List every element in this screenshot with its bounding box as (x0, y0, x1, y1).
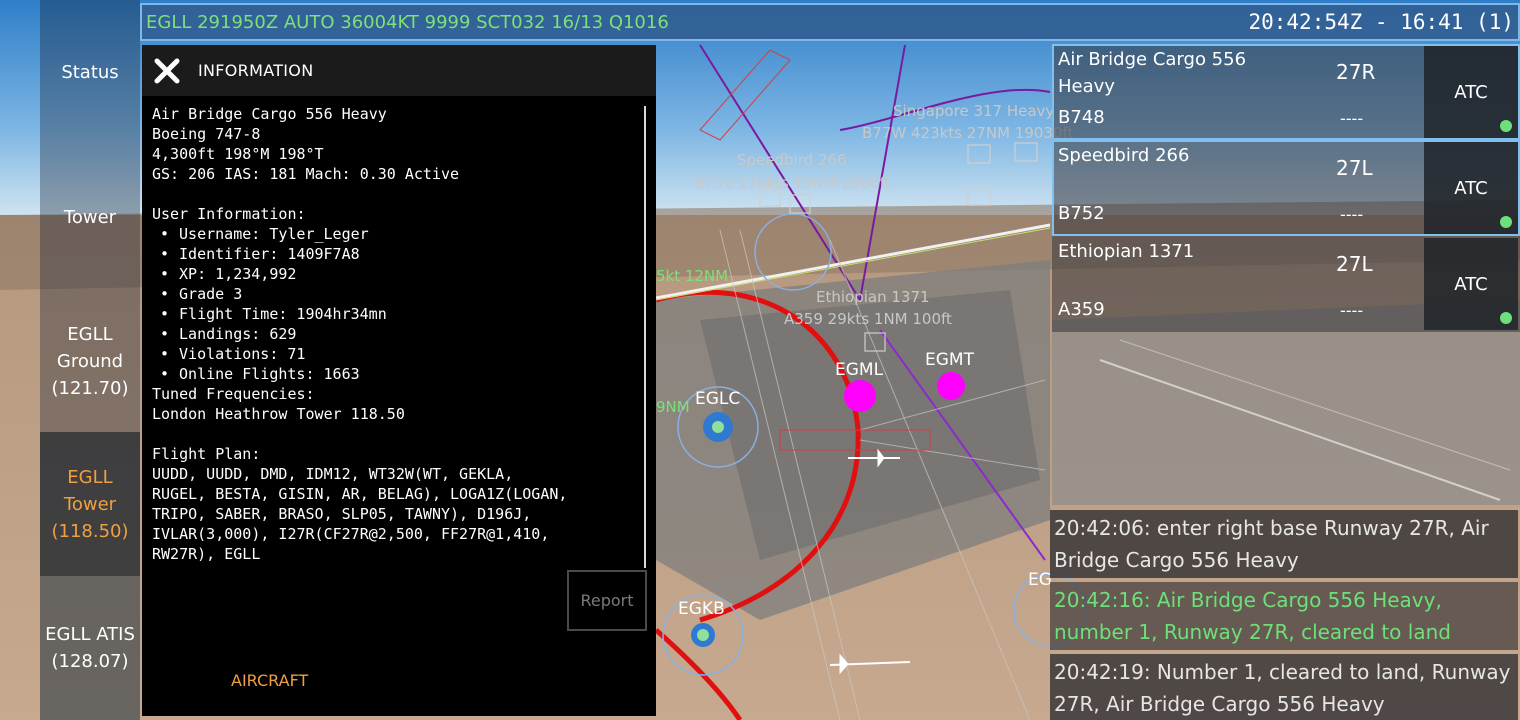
airport-label-egml: EGML (835, 360, 884, 380)
strip-status: ---- (1340, 205, 1364, 224)
traffic-label-speedbird[interactable]: Speedbird 266 (737, 151, 847, 169)
log-message: 20:42:06: enter right base Runway 27R, A… (1050, 510, 1518, 578)
information-body: Air Bridge Cargo 556 Heavy Boeing 747-8 … (152, 104, 642, 564)
info-line: GS: 206 IAS: 181 Mach: 0.30 Active (152, 165, 460, 183)
nav-egll-atis[interactable]: EGLL ATIS (128.07) (40, 576, 140, 720)
atc-button[interactable]: ATC (1424, 46, 1518, 138)
metar-text: EGLL 291950Z AUTO 36004KT 9999 SCT032 16… (146, 11, 669, 33)
list-item: Violations: 71 (152, 344, 642, 364)
traffic-label-ethiopian[interactable]: Ethiopian 1371 (816, 288, 930, 306)
active-indicator (1500, 216, 1512, 228)
list-item: Landings: 629 (152, 324, 642, 344)
info-line: Flight Plan: (152, 445, 261, 463)
nav-atis-freq: (128.07) (51, 651, 129, 672)
traffic-data-singapore: B77W 423kts 27NM 19030ft (862, 124, 1074, 142)
information-title: INFORMATION (198, 61, 314, 80)
strip-status: ---- (1340, 301, 1364, 320)
info-line: User Information: (152, 205, 306, 223)
range-distance-label: 9NM (656, 398, 690, 416)
atc-button[interactable]: ATC (1424, 238, 1518, 330)
info-line: 4,300ft 198°M 198°T (152, 145, 324, 163)
atc-label: ATC (1454, 273, 1488, 295)
airport-label-eglc: EGLC (695, 389, 741, 409)
clock-readout: 20:42:54Z - 16:41 (1) (1248, 10, 1514, 34)
list-item: XP: 1,234,992 (152, 264, 642, 284)
info-line: Air Bridge Cargo 556 Heavy (152, 105, 387, 123)
flight-strip[interactable]: Speedbird 266 27L B752 ---- ATC (1052, 140, 1520, 236)
airport-marker-eglc[interactable] (706, 415, 730, 439)
info-line: Boeing 747-8 (152, 125, 261, 143)
flight-plan-line: UUDD, UUDD, DMD, IDM12, WT32W(WT, GEKLA, (152, 465, 514, 483)
atc-button[interactable]: ATC (1424, 142, 1518, 234)
nav-ground-freq: (121.70) (51, 377, 129, 399)
strip-aircraft-type: B752 (1058, 203, 1105, 224)
traffic-data-speedbird: B752 178kts 10NM 2980ft (694, 174, 891, 192)
airport-label-egmt: EGMT (925, 350, 974, 370)
nav-tower-line1: EGLL (67, 466, 113, 488)
information-header: INFORMATION (142, 45, 656, 96)
info-line (152, 184, 642, 204)
airport-label-eg-partial: EG (1028, 570, 1052, 590)
atc-label: ATC (1454, 81, 1488, 103)
info-line: Tuned Frequencies: (152, 385, 315, 403)
flight-plan-line: IVLAR(3,000), I27R(CF27R@2,500, FF27R@1,… (152, 525, 550, 543)
approach-distance-label: 5kt 12NM (656, 267, 729, 285)
close-icon[interactable] (154, 58, 180, 84)
info-line: London Heathrow Tower 118.50 (152, 405, 405, 423)
nav-tower-line2: Tower (63, 493, 117, 515)
active-indicator (1500, 312, 1512, 324)
nav-atis-line1: EGLL ATIS (45, 624, 135, 645)
traffic-label-singapore[interactable]: Singapore 317 Heavy (893, 102, 1054, 120)
log-message: 20:42:19: Number 1, cleared to land, Run… (1050, 654, 1518, 720)
airport-marker-egkb[interactable] (691, 623, 715, 647)
nav-tower-label: Tower (63, 207, 117, 228)
report-button[interactable]: Report (567, 570, 647, 631)
atc-label: ATC (1454, 177, 1488, 199)
information-scrollbar[interactable] (644, 106, 646, 568)
log-message: 20:42:16: Air Bridge Cargo 556 Heavy, nu… (1050, 582, 1518, 650)
strip-callsign: Ethiopian 1371 (1058, 241, 1195, 262)
strip-runway: 27L (1336, 252, 1373, 276)
traffic-data-ethiopian: A359 29kts 1NM 100ft (784, 310, 952, 328)
strip-runway: 27R (1336, 60, 1376, 84)
nav-egll-ground[interactable]: EGLL Ground (121.70) (40, 290, 140, 432)
list-item: Grade 3 (152, 284, 642, 304)
flight-plan-line: TRIPO, SABER, BRASO, SLP05, TAWNY), D196… (152, 505, 532, 523)
nav-ground-line1: EGLL (67, 323, 113, 345)
nav-egll-tower[interactable]: EGLL Tower (118.50) (40, 432, 140, 576)
nav-status[interactable]: Status (40, 0, 140, 145)
left-nav: Status Tower EGLL Ground (121.70) EGLL T… (40, 0, 140, 720)
flight-plan-line: RW27R), EGLL (152, 545, 261, 563)
strip-aircraft-type: A359 (1058, 299, 1105, 320)
list-item: Online Flights: 1663 (152, 364, 642, 384)
strip-status: ---- (1340, 109, 1364, 128)
airport-marker-egml[interactable] (846, 382, 874, 410)
metar-bar: EGLL 291950Z AUTO 36004KT 9999 SCT032 16… (140, 3, 1520, 41)
nav-tower-freq: (118.50) (51, 520, 129, 542)
nav-ground-line2: Ground (56, 350, 124, 372)
nav-status-label: Status (61, 62, 119, 83)
comms-log: 20:42:06: enter right base Runway 27R, A… (1050, 510, 1518, 720)
strip-callsign: Speedbird 266 (1058, 145, 1190, 166)
airport-label-egkb: EGKB (678, 599, 725, 619)
flight-strips: Air Bridge Cargo 556 Heavy 27R B748 ----… (1052, 44, 1520, 332)
user-info-list: Username: Tyler_Leger Identifier: 1409F7… (152, 224, 642, 384)
nav-tower[interactable]: Tower (40, 145, 140, 290)
airport-marker-egmt[interactable] (937, 372, 965, 400)
list-item: Identifier: 1409F7A8 (152, 244, 642, 264)
flight-plan-line: RUGEL, BESTA, GISIN, AR, BELAG), LOGA1Z(… (152, 485, 568, 503)
strip-runway: 27L (1336, 156, 1373, 180)
flight-strip[interactable]: Air Bridge Cargo 556 Heavy 27R B748 ----… (1052, 44, 1520, 140)
strip-callsign: Air Bridge Cargo 556 Heavy (1058, 49, 1247, 97)
information-panel: INFORMATION Air Bridge Cargo 556 Heavy B… (142, 45, 656, 716)
flight-strip[interactable]: Ethiopian 1371 27L A359 ---- ATC (1052, 236, 1520, 332)
tab-aircraft[interactable]: AIRCRAFT (231, 671, 308, 690)
strip-aircraft-type: B748 (1058, 107, 1105, 128)
list-item: Username: Tyler_Leger (152, 224, 642, 244)
active-indicator (1500, 120, 1512, 132)
info-line (152, 424, 642, 444)
list-item: Flight Time: 1904hr34mn (152, 304, 642, 324)
